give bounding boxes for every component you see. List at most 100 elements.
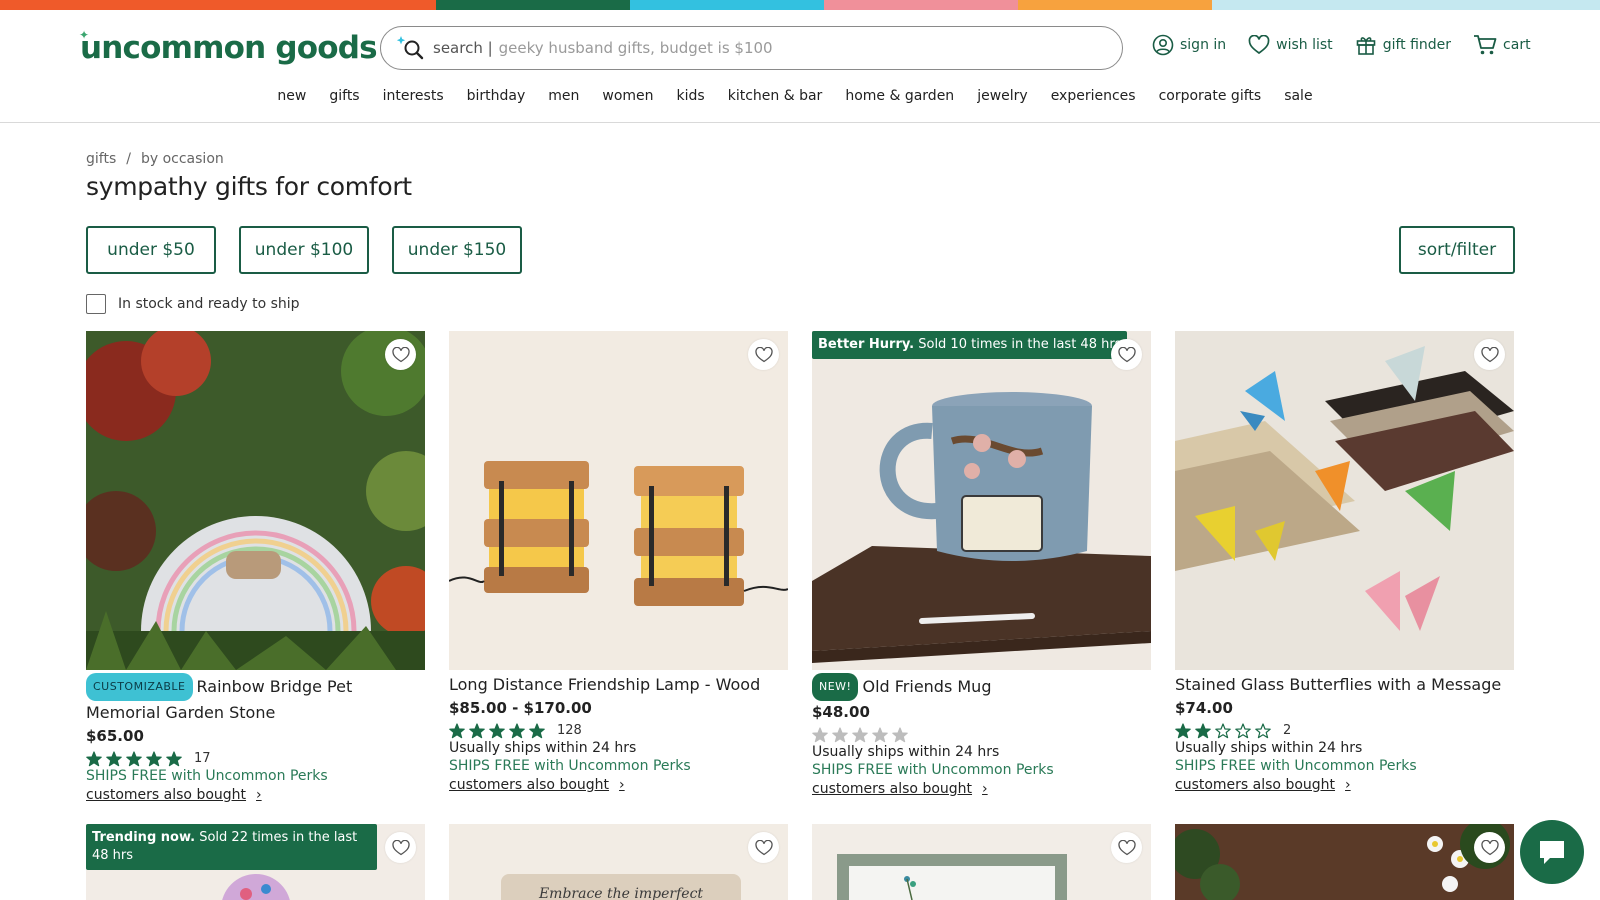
favorite-heart-icon[interactable] bbox=[1474, 832, 1505, 863]
product-image[interactable] bbox=[1175, 331, 1514, 670]
nav-men[interactable]: men bbox=[548, 88, 579, 104]
nav-women[interactable]: women bbox=[602, 88, 653, 104]
ships-free-perks: SHIPS FREE with Uncommon Perks bbox=[86, 768, 328, 784]
search-label: search | bbox=[433, 39, 493, 57]
gift-finder-link[interactable]: gift finder bbox=[1355, 34, 1451, 56]
product-card[interactable] bbox=[812, 824, 1151, 900]
breadcrumb-by-occasion[interactable]: by occasion bbox=[141, 151, 224, 167]
in-stock-filter[interactable]: In stock and ready to ship bbox=[86, 294, 300, 314]
chat-button[interactable] bbox=[1520, 820, 1584, 884]
product-card[interactable]: Stained Glass Butterflies with a Message… bbox=[1175, 331, 1514, 795]
cart-link[interactable]: cart bbox=[1473, 34, 1531, 56]
star-icon bbox=[529, 723, 545, 739]
review-count: 128 bbox=[557, 722, 582, 738]
customers-also-bought-link[interactable]: customers also bought › bbox=[86, 785, 425, 805]
star-icon bbox=[469, 723, 485, 739]
favorite-heart-icon[interactable] bbox=[385, 339, 416, 370]
product-image[interactable] bbox=[1175, 824, 1514, 900]
ships-free-perks: SHIPS FREE with Uncommon Perks bbox=[449, 758, 691, 774]
nav-jewelry[interactable]: jewelry bbox=[977, 88, 1028, 104]
nav-home-garden[interactable]: home & garden bbox=[845, 88, 954, 104]
main-nav: new gifts interests birthday men women k… bbox=[0, 88, 1600, 104]
favorite-heart-icon[interactable] bbox=[1111, 832, 1142, 863]
cart-label: cart bbox=[1503, 37, 1531, 53]
product-image[interactable] bbox=[86, 331, 425, 670]
under-50-button[interactable]: under $50 bbox=[86, 226, 216, 274]
sort-filter-button[interactable]: sort/filter bbox=[1399, 226, 1515, 274]
nav-new[interactable]: new bbox=[277, 88, 306, 104]
product-card[interactable]: Trending now. Sold 22 times in the last … bbox=[86, 824, 425, 900]
product-image[interactable] bbox=[812, 824, 1151, 900]
product-image[interactable]: Better Hurry. Sold 10 times in the last … bbox=[812, 331, 1151, 670]
star-icon bbox=[1175, 723, 1191, 739]
chevron-right-icon: › bbox=[982, 781, 988, 797]
star-icon bbox=[852, 727, 868, 743]
review-count: 2 bbox=[1283, 722, 1292, 738]
product-image-caption: Embrace the imperfect bbox=[501, 874, 741, 900]
nav-birthday[interactable]: birthday bbox=[467, 88, 526, 104]
product-title[interactable]: CUSTOMIZABLE Rainbow Bridge Pet Memorial … bbox=[86, 673, 425, 725]
new-badge: NEW! bbox=[812, 673, 859, 701]
product-title[interactable]: Long Distance Friendship Lamp - Wood bbox=[449, 673, 788, 697]
nav-corporate-gifts[interactable]: corporate gifts bbox=[1159, 88, 1262, 104]
breadcrumb: gifts / by occasion bbox=[86, 151, 224, 167]
wish-list-label: wish list bbox=[1276, 37, 1333, 53]
star-icon bbox=[1255, 723, 1271, 739]
favorite-heart-icon[interactable] bbox=[1474, 339, 1505, 370]
nav-interests[interactable]: interests bbox=[383, 88, 444, 104]
customers-also-bought-link[interactable]: customers also bought › bbox=[812, 779, 1151, 799]
star-icon bbox=[489, 723, 505, 739]
search-icon[interactable] bbox=[397, 34, 425, 62]
product-card[interactable]: CUSTOMIZABLE Rainbow Bridge Pet Memorial … bbox=[86, 331, 425, 805]
account-icon bbox=[1152, 34, 1174, 56]
search-input[interactable] bbox=[498, 39, 1122, 57]
star-icon bbox=[1195, 723, 1211, 739]
sign-in-label: sign in bbox=[1180, 37, 1227, 53]
product-image[interactable]: Trending now. Sold 22 times in the last … bbox=[86, 824, 425, 900]
star-rating: 128 bbox=[449, 721, 788, 739]
product-title[interactable]: NEW! Old Friends Mug bbox=[812, 673, 1151, 701]
product-price: $85.00 - $170.00 bbox=[449, 699, 592, 717]
star-icon bbox=[832, 727, 848, 743]
nav-kids[interactable]: kids bbox=[677, 88, 705, 104]
favorite-heart-icon[interactable] bbox=[748, 832, 779, 863]
under-150-button[interactable]: under $150 bbox=[392, 226, 522, 274]
chevron-right-icon: › bbox=[256, 787, 262, 803]
product-price: $74.00 bbox=[1175, 699, 1233, 717]
search-bar[interactable]: search | bbox=[380, 26, 1123, 70]
under-100-button[interactable]: under $100 bbox=[239, 226, 369, 274]
nav-gifts[interactable]: gifts bbox=[329, 88, 359, 104]
product-price: $48.00 bbox=[812, 703, 870, 721]
product-card[interactable]: Long Distance Friendship Lamp - Wood $85… bbox=[449, 331, 788, 795]
nav-sale[interactable]: sale bbox=[1284, 88, 1312, 104]
star-icon bbox=[812, 727, 828, 743]
star-rating: 17 bbox=[86, 749, 425, 767]
wish-list-link[interactable]: wish list bbox=[1248, 34, 1333, 56]
product-card[interactable]: Better Hurry. Sold 10 times in the last … bbox=[812, 331, 1151, 799]
customers-also-bought-link[interactable]: customers also bought › bbox=[449, 775, 788, 795]
in-stock-checkbox[interactable] bbox=[86, 294, 106, 314]
ships-free-perks: SHIPS FREE with Uncommon Perks bbox=[1175, 758, 1417, 774]
nav-kitchen-bar[interactable]: kitchen & bar bbox=[728, 88, 823, 104]
chevron-right-icon: › bbox=[1345, 777, 1351, 793]
product-card[interactable] bbox=[1175, 824, 1514, 900]
product-card[interactable]: Embrace the imperfect bbox=[449, 824, 788, 900]
customers-also-bought-link[interactable]: customers also bought › bbox=[1175, 775, 1514, 795]
product-image[interactable] bbox=[449, 331, 788, 670]
favorite-heart-icon[interactable] bbox=[1111, 339, 1142, 370]
sign-in-link[interactable]: sign in bbox=[1152, 34, 1226, 56]
logo[interactable]: uncommon goods bbox=[80, 30, 378, 66]
star-icon bbox=[1235, 723, 1251, 739]
ships-within: Usually ships within 24 hrs bbox=[449, 740, 637, 756]
star-icon bbox=[1215, 723, 1231, 739]
product-image[interactable]: Embrace the imperfect bbox=[449, 824, 788, 900]
product-title[interactable]: Stained Glass Butterflies with a Message bbox=[1175, 673, 1514, 697]
favorite-heart-icon[interactable] bbox=[385, 832, 416, 863]
chevron-right-icon: › bbox=[619, 777, 625, 793]
favorite-heart-icon[interactable] bbox=[748, 339, 779, 370]
nav-experiences[interactable]: experiences bbox=[1051, 88, 1136, 104]
star-icon bbox=[106, 751, 122, 767]
star-icon bbox=[126, 751, 142, 767]
ships-free-perks: SHIPS FREE with Uncommon Perks bbox=[812, 762, 1054, 778]
breadcrumb-gifts[interactable]: gifts bbox=[86, 151, 116, 167]
